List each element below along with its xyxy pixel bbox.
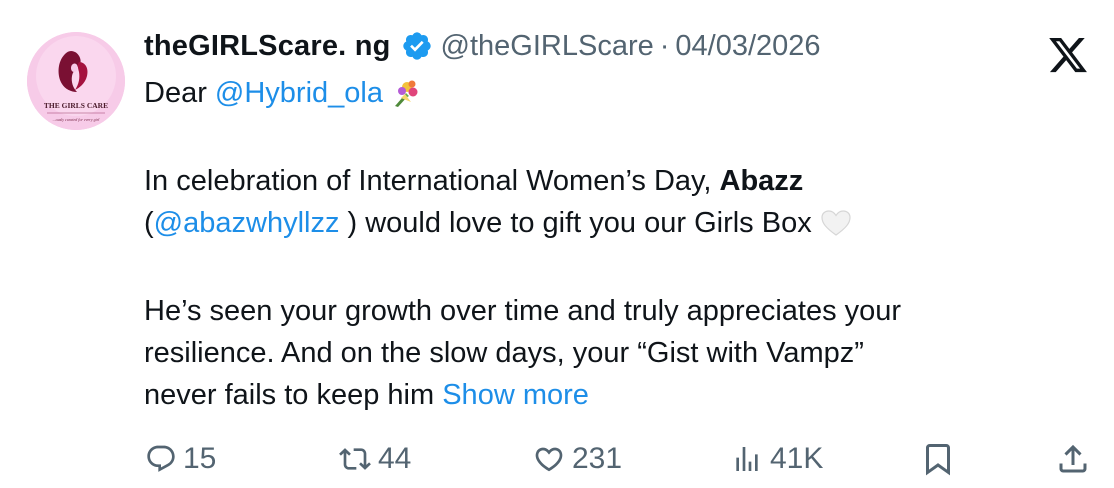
mention-link[interactable]: @Hybrid_ola [215, 77, 383, 109]
greeting-line: Dear @Hybrid_ola [144, 72, 1074, 120]
paragraph-1: In celebration of International Women’s … [144, 160, 1074, 250]
views-icon [736, 447, 758, 471]
paragraph-2-line-2: resilience. And on the slow days, your “… [144, 337, 864, 369]
tweet-body: Dear @Hybrid_ola In celebration of Inter… [144, 72, 1074, 416]
tweet-date[interactable]: 04/03/2026 [675, 30, 820, 63]
retweet-count: 44 [378, 442, 412, 475]
tweet-header: theGIRLScare. ng @theGIRLScare · 04/03/2… [144, 24, 821, 68]
author-name[interactable]: theGIRLScare. ng [144, 30, 391, 63]
avatar[interactable]: THE GIRLS CARE ...ously curated for ever… [27, 32, 125, 130]
retweet-icon [339, 448, 371, 470]
like-count: 231 [572, 442, 623, 475]
paragraph-1-rest: ) would love to gift you our Girls Box [347, 207, 812, 239]
bold-name: Abazz [719, 165, 804, 197]
share-button[interactable] [1055, 438, 1091, 480]
reply-count: 15 [183, 442, 217, 475]
avatar-logo-text: THE GIRLS CARE [44, 101, 108, 110]
header-separator: · [659, 29, 670, 62]
white-heart-emoji-icon [820, 208, 852, 250]
author-handle[interactable]: @theGIRLScare [441, 30, 654, 63]
paren-open: ( [144, 207, 154, 239]
paragraph-2-line-1: He’s seen your growth over time and trul… [144, 295, 902, 327]
paragraph-1-intro: In celebration of International Women’s … [144, 165, 712, 197]
bouquet-emoji-icon [391, 78, 421, 120]
x-logo-icon[interactable] [1046, 34, 1090, 76]
like-button[interactable]: 231 [532, 438, 622, 480]
views-count: 41K [770, 442, 824, 475]
action-bar: 15 44 231 41K [0, 438, 1114, 480]
retweet-button[interactable]: 44 [338, 438, 411, 480]
bookmark-button[interactable] [920, 438, 956, 480]
reply-button[interactable]: 15 [145, 438, 216, 480]
views-button[interactable]: 41K [730, 438, 823, 480]
paragraph-2: He’s seen your growth over time and trul… [144, 290, 1074, 416]
reply-icon [147, 445, 175, 472]
verified-badge-icon [402, 32, 431, 60]
bookmark-icon [926, 444, 950, 476]
avatar-logo-tagline: ...ously curated for every girl [53, 117, 101, 122]
share-icon [1059, 444, 1087, 473]
show-more-link[interactable]: Show more [442, 379, 589, 411]
mention-link-2[interactable]: @abazwhyllzz [154, 207, 340, 239]
greeting-text: Dear [144, 77, 207, 109]
paragraph-2-line-3: never fails to keep him [144, 379, 435, 411]
like-icon [535, 447, 563, 472]
